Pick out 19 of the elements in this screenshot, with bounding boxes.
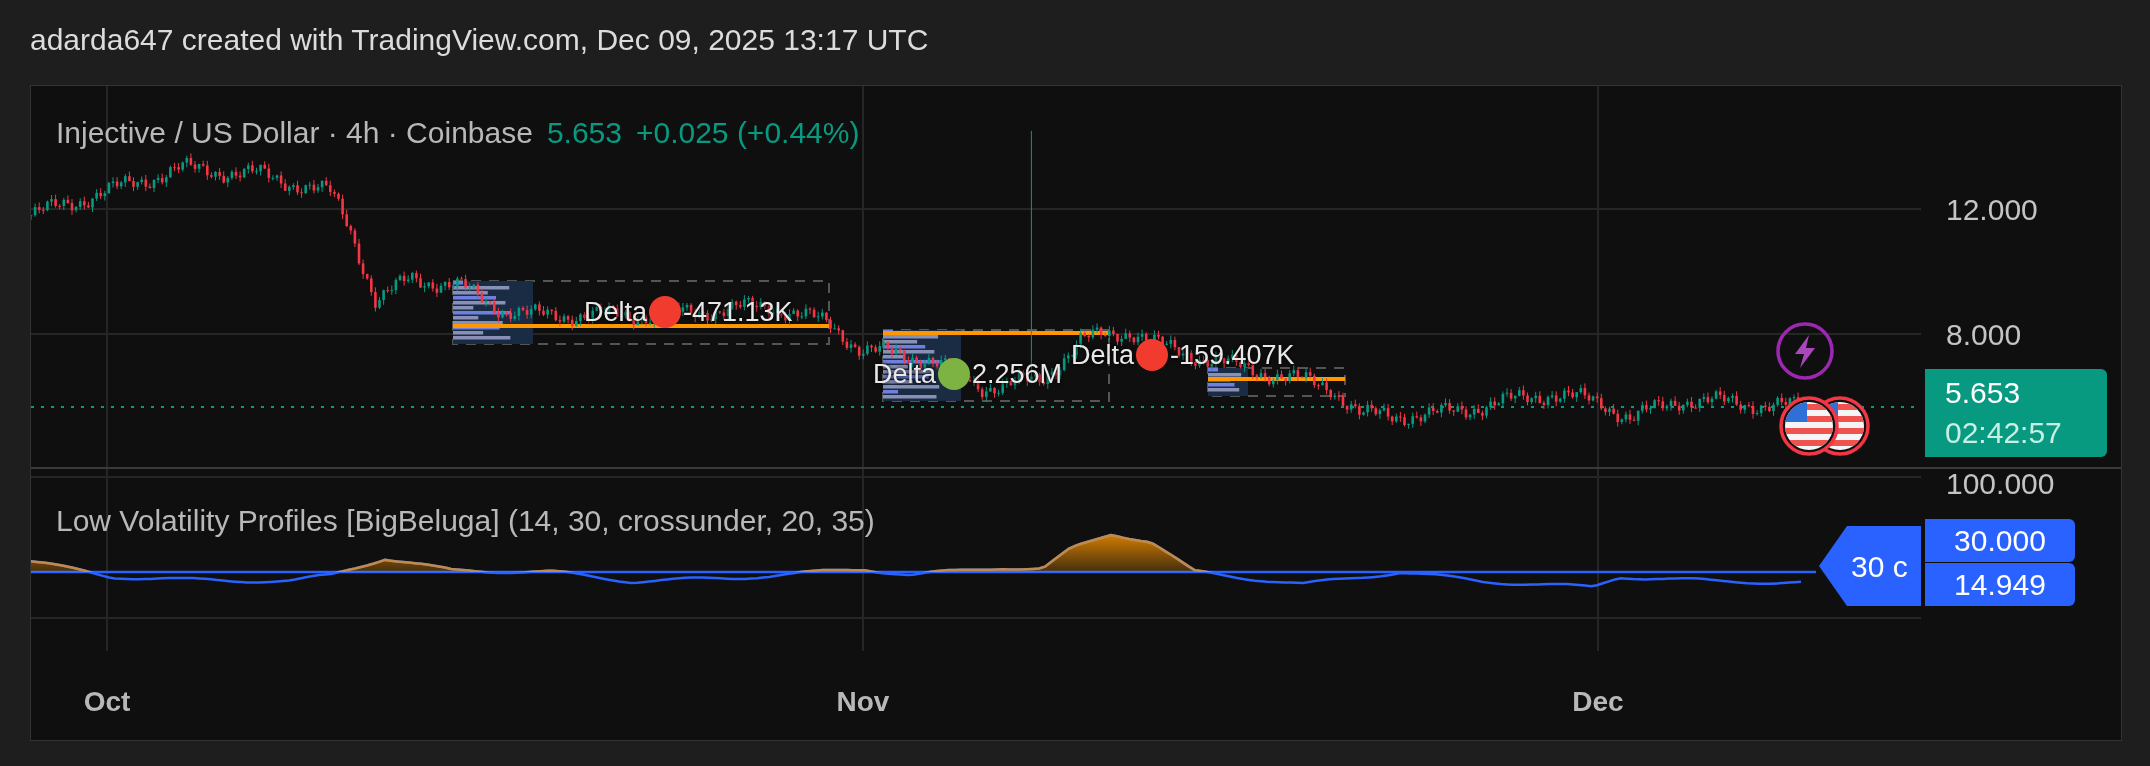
line-label: 30 c [1819,526,1921,606]
chart-caption: adarda647 created with TradingView.com, Dec 09, 2025 13:17 UTC [30,22,929,58]
bar-countdown: 02:42:57 [1945,415,2063,451]
price-tag-value: 5.653 [1945,375,2022,411]
lightning-icon [1775,321,1835,381]
value-tag: 14.949 [1925,563,2075,606]
price-change: +0.025 (+0.44%) [635,115,860,151]
time-label: Oct [83,685,131,719]
indicator-title: Low Volatility Profiles [BigBeluga] (14, 30, crossunder, 20, 35) [56,503,875,539]
flag-icon [1778,395,1840,457]
price-label: 12.000 [1946,191,2038,228]
indicator-axis-label: 100.000 [1946,469,2055,499]
time-label: Nov [836,685,890,719]
value-tag: 30.000 [1925,519,2075,562]
delta-label: Delta [1071,339,1135,372]
price-label: 8.000 [1946,316,2022,353]
symbol-title: Injective / US Dollar · 4h · Coinbase [56,115,533,151]
last-price: 5.653 [546,115,622,151]
time-label: Dec [1572,685,1624,719]
